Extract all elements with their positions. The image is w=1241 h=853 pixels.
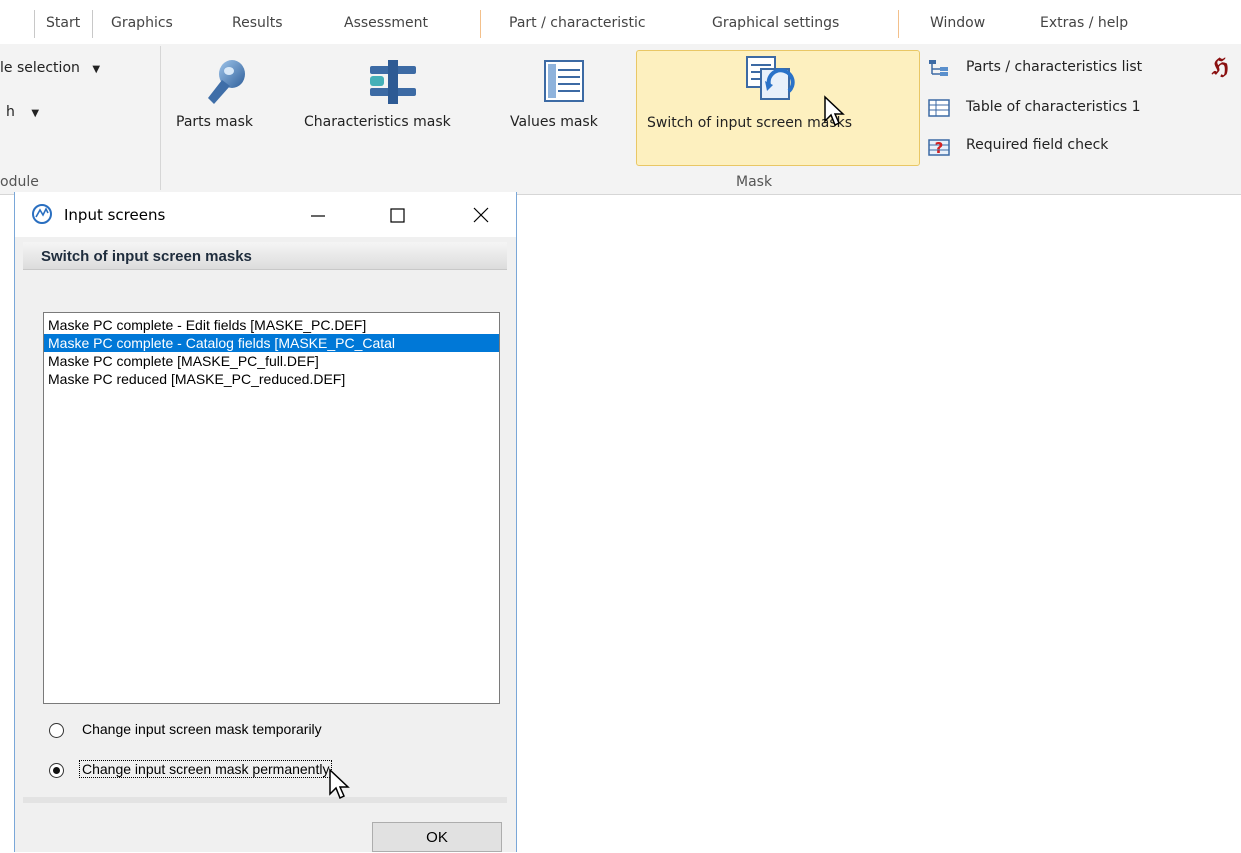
chevron-down-icon: ▼: [92, 64, 101, 75]
mouse-cursor-icon: [329, 768, 350, 800]
tab-extras-help[interactable]: Extras / help: [1040, 15, 1128, 31]
parts-mask-button[interactable]: Parts mask: [168, 50, 286, 164]
maximize-button[interactable]: [377, 200, 417, 230]
svg-text:?: ?: [935, 139, 944, 157]
tree-list-icon: [929, 60, 948, 76]
tab-assessment[interactable]: Assessment: [344, 15, 428, 31]
tab-graphical-settings[interactable]: Graphical settings: [712, 15, 839, 31]
minimize-button[interactable]: [298, 200, 338, 230]
chevron-down-icon: ▼: [31, 108, 40, 119]
switch-input-masks-button[interactable]: Switch of input screen masks: [636, 50, 920, 166]
minimize-icon: [311, 215, 325, 217]
tab-part-characteristic[interactable]: Part / characteristic: [509, 15, 646, 31]
dialog-titlebar: Input screens: [15, 192, 516, 237]
dialog-divider: [23, 797, 507, 803]
close-button[interactable]: [461, 200, 501, 230]
close-icon: [473, 207, 489, 223]
required-field-check-label: Required field check: [966, 137, 1109, 153]
maximize-icon: [390, 208, 405, 223]
list-item[interactable]: Maske PC complete - Edit fields [MASKE_P…: [44, 316, 499, 334]
dialog-title: Input screens: [64, 206, 166, 224]
ok-button[interactable]: OK: [372, 822, 502, 852]
group-label-mask: Mask: [736, 174, 773, 190]
dialog-section-header: Switch of input screen masks: [23, 242, 507, 270]
characteristics-mask-icon: [370, 60, 416, 104]
radio-permanently-label: Change input screen mask permanently: [78, 760, 333, 778]
parts-mask-label: Parts mask: [176, 114, 253, 130]
group-label-module: odule: [0, 174, 39, 190]
values-mask-icon: [544, 60, 584, 102]
list-item[interactable]: Maske PC reduced [MASKE_PC_reduced.DEF]: [44, 370, 499, 388]
tab-start[interactable]: Start: [46, 15, 80, 31]
tab-separator: [92, 10, 93, 38]
gothic-h-icon[interactable]: ℌ: [1212, 54, 1229, 80]
required-check-icon: ?: [928, 139, 950, 157]
tab-results[interactable]: Results: [232, 15, 283, 31]
ribbon-tab-strip: Start Graphics Results Assessment Part /…: [0, 0, 1241, 44]
tab-separator: [480, 10, 481, 38]
module-selection-dropdown[interactable]: le selection ▼: [0, 60, 100, 76]
input-screen-mask-list[interactable]: Maske PC complete - Edit fields [MASKE_P…: [43, 312, 500, 704]
parts-mask-icon: [208, 60, 245, 104]
switch-masks-icon: [746, 56, 795, 100]
radio-button-checked[interactable]: [49, 763, 64, 778]
list-item[interactable]: Maske PC complete [MASKE_PC_full.DEF]: [44, 352, 499, 370]
switch-input-masks-label: Switch of input screen masks: [647, 115, 853, 131]
mouse-cursor-icon: [824, 95, 845, 127]
input-screens-dialog: Input screens Switch of input screen mas…: [14, 192, 517, 852]
values-mask-label: Values mask: [510, 114, 598, 130]
group-separator: [160, 46, 161, 190]
list-item-selected[interactable]: Maske PC complete - Catalog fields [MASK…: [44, 334, 499, 352]
partial-dropdown-label: h: [6, 104, 15, 120]
partial-dropdown[interactable]: h ▼: [6, 104, 39, 120]
values-mask-button[interactable]: Values mask: [500, 50, 632, 164]
app-logo-icon: [32, 204, 52, 224]
characteristics-mask-label: Characteristics mask: [304, 114, 451, 130]
characteristics-mask-button[interactable]: Characteristics mask: [296, 50, 490, 164]
table-icon: [928, 99, 950, 117]
radio-temporarily-label: Change input screen mask temporarily: [82, 721, 322, 737]
parts-characteristics-list-label: Parts / characteristics list: [966, 59, 1143, 75]
module-selection-label: le selection: [0, 60, 80, 76]
tab-separator: [898, 10, 899, 38]
radio-button-unchecked[interactable]: [49, 723, 64, 738]
tab-window[interactable]: Window: [930, 15, 985, 31]
tab-separator: [34, 10, 35, 38]
tab-graphics[interactable]: Graphics: [111, 15, 173, 31]
table-of-characteristics-label: Table of characteristics 1: [966, 99, 1141, 115]
dialog-header-title: Switch of input screen masks: [41, 248, 252, 265]
radio-dot-icon: [53, 767, 60, 774]
ribbon-body: le selection ▼ h ▼ odule Parts mask Char…: [0, 44, 1241, 195]
